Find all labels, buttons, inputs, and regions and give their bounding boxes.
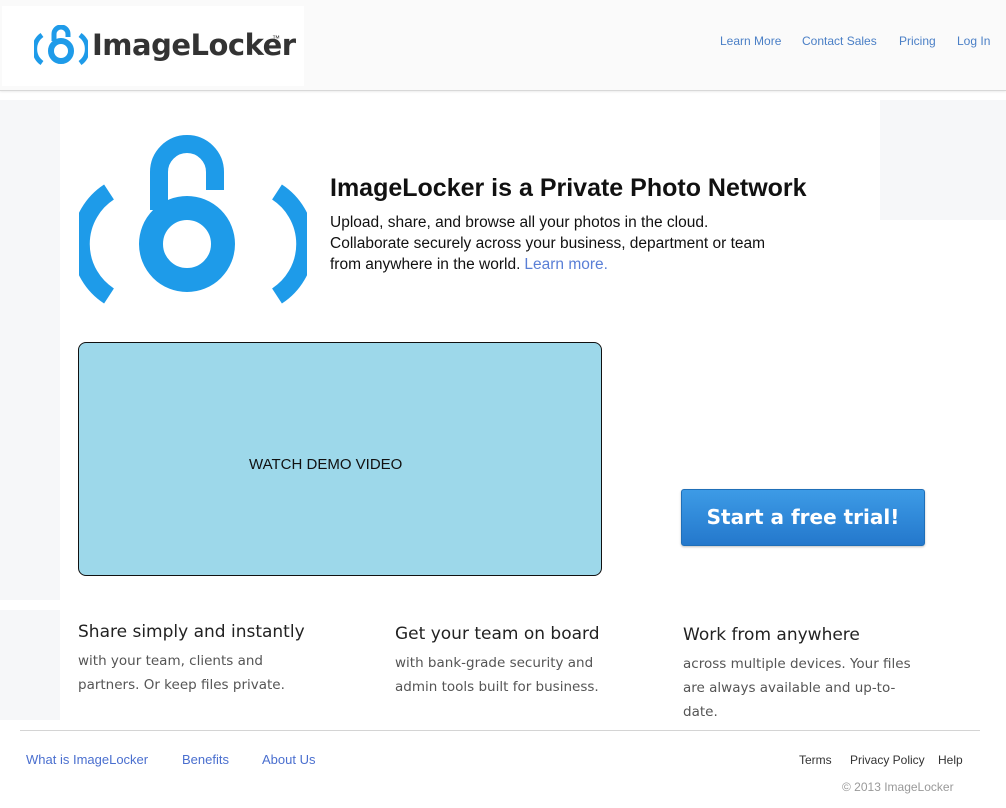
feature-title: Share simply and instantly — [78, 622, 305, 642]
large-lock-icon — [71, 135, 315, 304]
hero-description: Upload, share, and browse all your photo… — [330, 212, 810, 275]
feature-text: with your team, clients and partners. Or… — [78, 653, 285, 693]
feature-team: Get your team on board with bank-grade s… — [395, 624, 655, 699]
background-collage — [880, 100, 1006, 220]
feature-title: Get your team on board — [395, 624, 600, 644]
brand-name: ImageLocker — [92, 28, 296, 62]
trademark: ™ — [272, 34, 280, 43]
footer-divider — [20, 730, 980, 731]
video-label: WATCH DEMO VIDEO — [249, 456, 403, 473]
footer-about-us[interactable]: About Us — [262, 752, 315, 767]
hero-line-last: from anywhere in the world. Learn more. — [330, 254, 810, 275]
footer-what-is-imagelocker[interactable]: What is ImageLocker — [26, 752, 148, 767]
hero-line: Collaborate securely across your busines… — [330, 235, 766, 252]
background-collage — [0, 610, 60, 720]
nav-log-in[interactable]: Log In — [957, 34, 990, 48]
start-free-trial-button[interactable]: Start a free trial! — [681, 489, 925, 546]
nav-pricing[interactable]: Pricing — [899, 34, 936, 48]
footer-terms[interactable]: Terms — [799, 753, 832, 767]
feature-anywhere: Work from anywhere across multiple devic… — [683, 625, 943, 724]
feature-text: with bank-grade security and admin tools… — [395, 655, 599, 695]
footer-benefits[interactable]: Benefits — [182, 752, 229, 767]
feature-title: Work from anywhere — [683, 625, 860, 645]
learn-more-link[interactable]: Learn more. — [524, 256, 608, 273]
logo[interactable]: ImageLocker ™ — [2, 6, 304, 86]
feature-share: Share simply and instantly with your tea… — [78, 622, 338, 697]
background-collage — [0, 100, 60, 600]
site-header: ImageLocker ™ Learn More Contact Sales P… — [0, 0, 1006, 91]
feature-text: across multiple devices. Your files are … — [683, 656, 911, 720]
footer-privacy-policy[interactable]: Privacy Policy — [850, 753, 925, 767]
lock-logo-icon — [34, 25, 88, 66]
hero-title: ImageLocker is a Private Photo Network — [330, 174, 807, 202]
footer-help[interactable]: Help — [938, 753, 963, 767]
copyright: © 2013 ImageLocker — [842, 780, 954, 794]
hero-logo — [71, 130, 315, 312]
nav-contact-sales[interactable]: Contact Sales — [802, 34, 877, 48]
hero-line: Upload, share, and browse all your photo… — [330, 214, 709, 231]
hero-line: from anywhere in the world. — [330, 256, 521, 273]
demo-video-player[interactable]: WATCH DEMO VIDEO — [78, 342, 602, 576]
nav-learn-more[interactable]: Learn More — [720, 34, 781, 48]
